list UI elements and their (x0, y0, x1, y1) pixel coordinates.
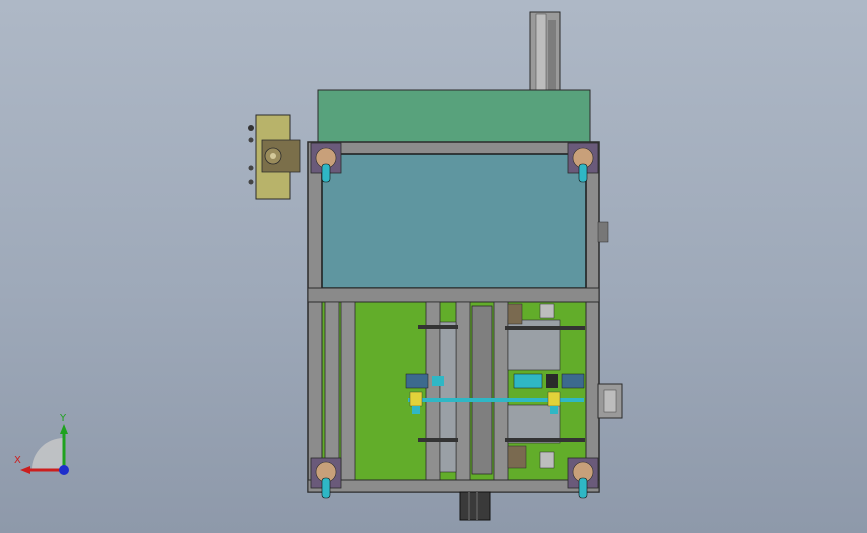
control-box-icon (248, 114, 301, 200)
middle-crossbar (307, 287, 600, 303)
upper-panel (321, 153, 587, 289)
center-beam-2 (455, 301, 471, 481)
axis-triad-icon[interactable]: Y X (14, 410, 94, 490)
cad-viewport[interactable]: Y X (0, 0, 867, 533)
top-cover (317, 89, 591, 143)
axis-triad-graphic (20, 424, 69, 475)
machine-model-top-view[interactable] (0, 0, 867, 533)
y-axis-label: Y (60, 413, 67, 424)
lift-cylinder (529, 11, 561, 93)
center-beam-3 (471, 305, 493, 475)
motor-icon (459, 491, 491, 521)
x-axis-label: X (14, 455, 21, 466)
left-rail-2 (340, 301, 356, 481)
bottom-rail (307, 479, 600, 493)
side-motor-box (597, 221, 623, 419)
left-rail-1 (324, 301, 340, 481)
